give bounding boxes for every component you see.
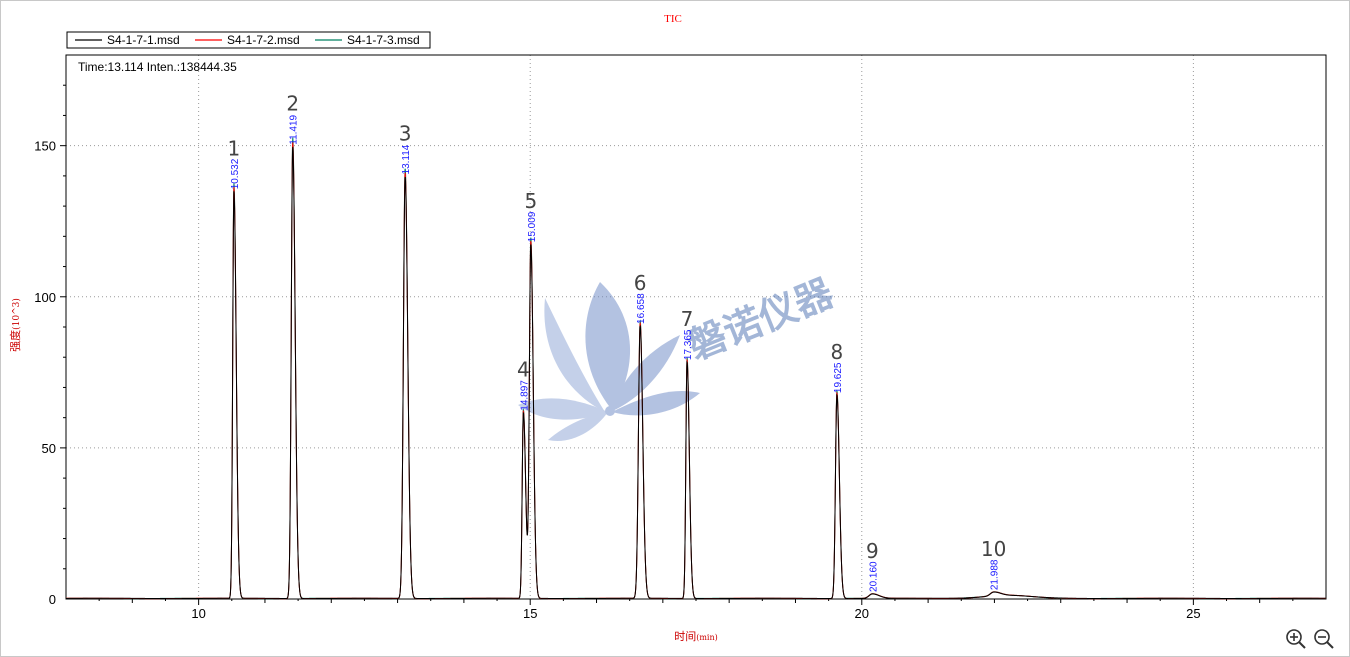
x-axis-label: 时间(min) (674, 630, 718, 643)
peak-number: 5 (524, 189, 537, 213)
x-tick-label: 15 (523, 606, 537, 621)
peak-retention-time: 16.658 (636, 293, 647, 324)
x-tick-label: 10 (191, 606, 205, 621)
peak-retention-time: 21.988 (990, 559, 1001, 590)
peak-retention-time: 14.897 (519, 380, 530, 411)
peak-number: 3 (399, 121, 412, 145)
x-axis-unit: (min) (696, 633, 718, 642)
svg-text:强度(10^3): 强度(10^3) (8, 298, 22, 352)
peak-number: 1 (228, 136, 241, 160)
trace-S4-1-7-3.msd (66, 137, 1326, 600)
legend-label: S4-1-7-1.msd (107, 33, 180, 47)
peak-number: 6 (634, 271, 647, 295)
peak-number: 9 (866, 539, 879, 563)
peak-retention-time: 19.625 (833, 362, 844, 393)
y-tick-label: 100 (34, 290, 56, 305)
peak-number: 10 (981, 537, 1006, 561)
x-tick-label: 25 (1186, 606, 1200, 621)
legend-label: S4-1-7-3.msd (347, 33, 420, 47)
chromatogram-chart: 磐诺仪器 10 15 20 25 0 50 100 150 110.532 211.419 313… (8, 13, 1327, 643)
peak-retention-time: 20.160 (868, 561, 879, 592)
y-axis-unit: (10^3) (11, 298, 22, 330)
peak-number: 4 (517, 358, 530, 382)
y-tick-label: 150 (34, 139, 56, 154)
x-tick-label: 20 (855, 606, 869, 621)
peak-number: 7 (681, 307, 694, 331)
peak-retention-time: 15.009 (527, 211, 538, 242)
trace-S4-1-7-1.msd (66, 146, 1326, 600)
watermark-logo: 磐诺仪器 (518, 270, 840, 441)
zoom-in-icon (1286, 629, 1306, 649)
y-tick-label: 50 (42, 441, 56, 456)
x-axis-title: 时间 (674, 630, 696, 643)
y-axis-label: 强度(10^3) (8, 298, 22, 352)
legend-label: S4-1-7-2.msd (227, 33, 300, 47)
peak-retention-time: 17.365 (683, 329, 694, 360)
peak-retention-time: 11.419 (289, 114, 300, 144)
zoom-out-icon (1314, 629, 1334, 649)
y-tick-label: 0 (49, 592, 56, 607)
y-axis-title: 强度 (8, 330, 22, 352)
peak-number: 2 (286, 92, 299, 116)
cursor-readout: Time:13.114 Inten.:138444.35 (78, 60, 237, 74)
peak-number: 8 (831, 340, 844, 364)
zoom-in-button[interactable] (1285, 628, 1306, 649)
zoom-out-button[interactable] (1313, 628, 1334, 649)
legend: S4-1-7-1.msd S4-1-7-2.msd S4-1-7-3.msd (66, 31, 431, 49)
traces (66, 137, 1326, 600)
trace-S4-1-7-2.msd (66, 142, 1326, 600)
chart-title: TIC (664, 13, 682, 25)
peak-retention-time: 10.532 (230, 158, 241, 189)
peak-retention-time: 13.114 (401, 144, 412, 174)
watermark-text: 磐诺仪器 (682, 270, 840, 368)
